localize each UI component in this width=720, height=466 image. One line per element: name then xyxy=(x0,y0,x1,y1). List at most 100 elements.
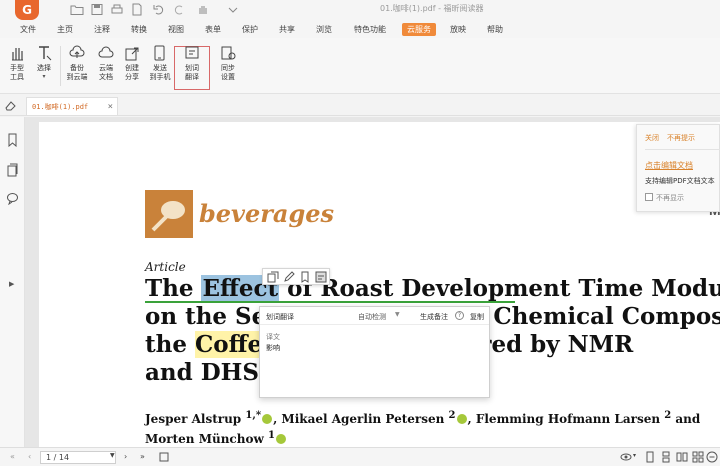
select-label: 选择 xyxy=(37,64,51,72)
panel-expand-icon[interactable]: ▶ xyxy=(9,280,14,288)
author-name: , Mikael Agerlin Petersen xyxy=(273,412,449,426)
help-icon[interactable]: ? xyxy=(455,311,464,320)
cloud-upload-icon xyxy=(69,45,85,58)
menu-help[interactable]: 帮助 xyxy=(487,23,503,36)
print-icon[interactable] xyxy=(110,3,124,16)
save-icon[interactable] xyxy=(90,3,104,16)
last-page-icon[interactable]: » xyxy=(140,452,145,461)
word-translate-label: 划词 翻译 xyxy=(185,64,199,81)
notification-close-link[interactable]: 关闭 xyxy=(645,133,659,143)
title-text: the xyxy=(145,331,195,358)
bookmark-add-icon[interactable] xyxy=(299,271,311,283)
article-type: Article xyxy=(145,260,186,274)
fullscreen-icon[interactable] xyxy=(158,451,170,463)
backup-cloud-button[interactable]: 备份 到云端 xyxy=(63,42,91,92)
chevron-down-icon[interactable]: ▼ xyxy=(395,311,400,318)
create-note-button[interactable]: 生成备注 xyxy=(420,312,448,322)
sync-settings-button[interactable]: 同步 设置 xyxy=(214,42,242,92)
share-icon xyxy=(125,47,139,61)
single-page-icon[interactable] xyxy=(644,451,656,463)
copy-button[interactable]: 复制 xyxy=(470,312,484,322)
menu-convert[interactable]: 转换 xyxy=(131,23,147,36)
notification-description: 支持编辑PDF文档文本 xyxy=(645,177,715,185)
authors-line-1: Jesper Alstrup 1,* , Mikael Agerlin Peter… xyxy=(145,410,700,426)
send-phone-button[interactable]: 发送 到手机 xyxy=(146,42,174,92)
eye-icon[interactable] xyxy=(620,451,632,463)
menu-bar: 文件 主页 注释 转换 视图 表单 保护 共享 浏览 特色功能 云服务 放映 帮… xyxy=(0,20,720,38)
comments-icon[interactable] xyxy=(6,191,19,205)
menu-protect[interactable]: 保护 xyxy=(242,23,258,36)
translate-small-icon[interactable] xyxy=(315,271,327,283)
menu-view[interactable]: 视图 xyxy=(168,23,184,36)
notification-divider xyxy=(645,149,720,150)
redo-icon[interactable] xyxy=(172,3,186,16)
bookmark-icon[interactable] xyxy=(6,133,19,147)
page-number-input[interactable]: 1 / 14 xyxy=(40,451,116,464)
author-name: and xyxy=(671,412,701,426)
phone-icon xyxy=(154,45,165,61)
eraser-icon[interactable] xyxy=(5,100,16,111)
translate-popup-title: 划词翻译 xyxy=(266,313,294,321)
author-name: Jesper Alstrup xyxy=(145,412,246,426)
menu-form[interactable]: 表单 xyxy=(205,23,221,36)
author-affiliation: 1 xyxy=(267,430,275,441)
undo-icon[interactable] xyxy=(152,3,166,16)
text-select-icon xyxy=(39,46,52,61)
two-page-icon[interactable] xyxy=(676,451,688,463)
menu-cloud[interactable]: 云服务 xyxy=(402,23,436,36)
title-line-1[interactable]: The Effect of Roast Development Time Mod… xyxy=(145,275,720,303)
dropdown-icon[interactable] xyxy=(226,3,240,16)
hand-icon[interactable] xyxy=(196,3,210,16)
view-dropdown-icon[interactable]: ▾ xyxy=(633,452,636,459)
menu-share[interactable]: 共享 xyxy=(279,23,295,36)
orcid-icon[interactable] xyxy=(262,414,273,424)
translation-result: 影响 xyxy=(266,344,280,352)
first-page-icon[interactable]: « xyxy=(10,452,15,461)
page-dropdown-icon[interactable]: ▼ xyxy=(110,452,115,459)
edit-document-link[interactable]: 点击编辑文档 xyxy=(645,160,693,171)
tab-filename: 01.咖啡(1).pdf xyxy=(32,103,89,111)
prev-page-icon[interactable]: ‹ xyxy=(28,452,31,461)
menu-file[interactable]: 文件 xyxy=(20,23,36,36)
language-select[interactable]: 自动检测 xyxy=(358,312,386,322)
menu-screencast[interactable]: 放映 xyxy=(450,23,466,36)
menu-browse[interactable]: 浏览 xyxy=(316,23,332,36)
document-icon[interactable] xyxy=(130,3,144,16)
orcid-icon[interactable] xyxy=(275,434,286,444)
menu-comment[interactable]: 注释 xyxy=(94,23,110,36)
window-title: 01.咖啡(1).pdf - 福昕阅读器 xyxy=(380,4,484,13)
pages-icon[interactable] xyxy=(6,163,19,177)
ribbon-toolbar: 手型 工具 选择 ▾ 备份 到云端 云端 文档 创建 分享 发送 到手机 划词 … xyxy=(0,38,720,94)
selection-toolbar xyxy=(262,268,330,285)
title-text: The xyxy=(145,275,202,302)
two-page-continuous-icon[interactable] xyxy=(692,451,704,463)
page-number-value: 1 / 14 xyxy=(46,453,70,462)
send-phone-label: 发送 到手机 xyxy=(149,64,171,81)
dont-show-checkbox[interactable] xyxy=(645,193,653,201)
select-dropdown-icon[interactable]: ▾ xyxy=(30,73,58,80)
status-bar: « ‹ 1 / 14 ▼ › » ▾ xyxy=(0,447,720,466)
select-button[interactable]: 选择 ▾ xyxy=(30,42,58,92)
pdf-page: beverages Article The Effect of Roast De… xyxy=(39,122,720,447)
left-sidebar: ▶ xyxy=(0,117,25,447)
word-translate-button[interactable]: 划词 翻译 xyxy=(178,42,206,92)
menu-home[interactable]: 主页 xyxy=(57,23,73,36)
translate-icon xyxy=(185,46,199,59)
orcid-icon[interactable] xyxy=(456,414,467,424)
tab-document[interactable]: 01.咖啡(1).pdf × xyxy=(26,97,118,115)
continuous-page-icon[interactable] xyxy=(660,451,672,463)
pen-icon[interactable] xyxy=(283,271,295,283)
notification-no-more-link[interactable]: 不再提示 xyxy=(667,133,695,143)
tab-close-icon[interactable]: × xyxy=(108,98,113,116)
translate-popup-header: 划词翻译 自动检测 ▼ 生成备注 ? 复制 xyxy=(260,307,489,325)
create-share-button[interactable]: 创建 分享 xyxy=(118,42,146,92)
folder-icon[interactable] xyxy=(70,3,84,16)
copy-icon[interactable] xyxy=(267,271,279,283)
zoom-out-icon[interactable] xyxy=(706,451,718,463)
title-text: of Roast Development Time Modulation xyxy=(287,275,720,302)
app-logo-icon[interactable]: G xyxy=(15,0,39,20)
next-page-icon[interactable]: › xyxy=(124,452,127,461)
menu-features[interactable]: 特色功能 xyxy=(354,23,386,36)
journal-logo-icon xyxy=(145,190,193,238)
dont-show-label: 不再显示 xyxy=(656,194,684,202)
